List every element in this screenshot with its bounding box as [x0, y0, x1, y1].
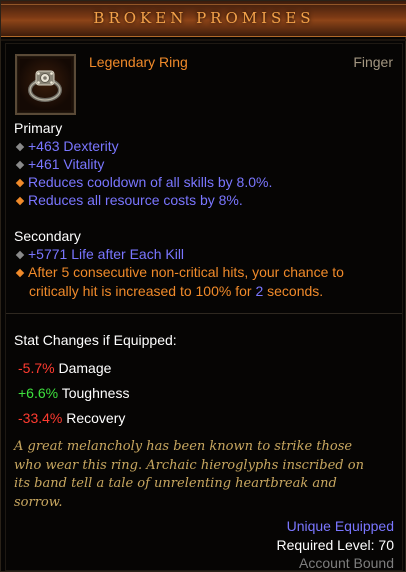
stat-change-damage: -5.7% Damage — [18, 360, 112, 376]
stat-life-per-kill: +5771 Life after Each Kill — [14, 245, 184, 263]
gray-bullet-icon — [15, 160, 25, 170]
stat-change-recovery: -33.4% Recovery — [18, 410, 126, 426]
stat-resource-cost: Reduces all resource costs by 8%. — [14, 191, 243, 209]
required-level: Required Level: 70 — [276, 537, 394, 553]
item-slot: Finger — [353, 54, 393, 70]
orange-bullet-icon — [15, 178, 25, 188]
account-bound: Account Bound — [299, 555, 394, 571]
stat-change-toughness: +6.6% Toughness — [18, 385, 130, 401]
item-icon-frame — [15, 54, 76, 115]
stat-dexterity: +463 Dexterity — [14, 137, 119, 155]
item-type: Legendary Ring — [89, 54, 188, 70]
secondary-label: Secondary — [14, 228, 81, 244]
legendary-power-line2: critically hit is increased to 100% for … — [29, 283, 324, 299]
legendary-power-line1: After 5 consecutive non-critical hits, y… — [14, 263, 344, 281]
orange-bullet-icon — [15, 268, 25, 278]
stat-changes-title: Stat Changes if Equipped: — [14, 332, 177, 348]
flavor-text: A great melancholy has been known to str… — [14, 439, 364, 510]
unique-equipped: Unique Equipped — [286, 518, 394, 534]
primary-label: Primary — [14, 120, 63, 136]
gray-bullet-icon — [15, 142, 25, 152]
item-tooltip: BROKEN PROMISES Legendary Ring Finger Pr — [0, 0, 406, 572]
title-divider — [1, 39, 406, 41]
title-bar: BROKEN PROMISES — [1, 1, 406, 37]
stat-vitality: +461 Vitality — [14, 155, 104, 173]
item-name: BROKEN PROMISES — [93, 9, 315, 27]
divider — [6, 313, 402, 314]
orange-bullet-icon — [15, 196, 25, 206]
gray-bullet-icon — [15, 250, 25, 260]
stat-cooldown: Reduces cooldown of all skills by 8.0%. — [14, 173, 272, 191]
ring-icon — [20, 59, 71, 110]
